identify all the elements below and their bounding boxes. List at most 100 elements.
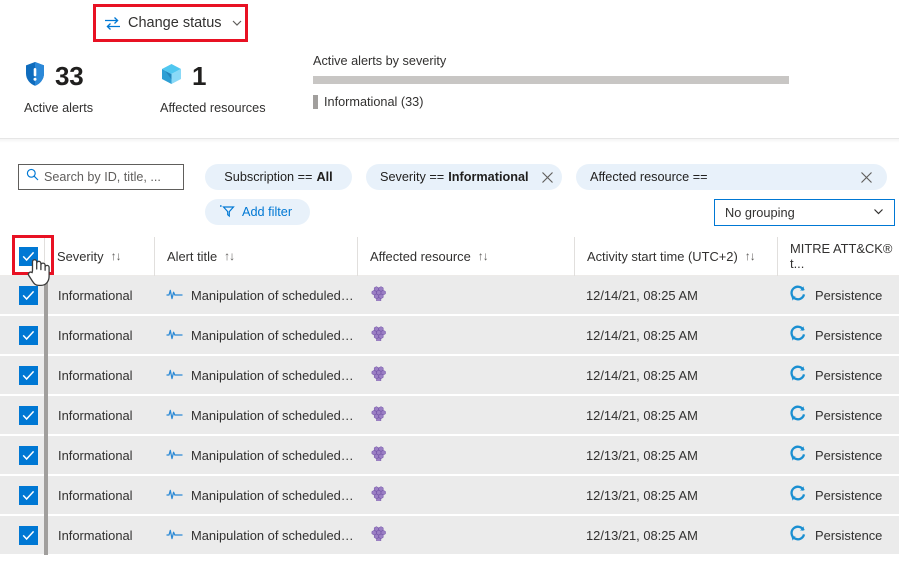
- cube-icon: [160, 62, 183, 91]
- filter-pill-severity[interactable]: Severity == Informational: [366, 164, 562, 190]
- cell-activity-start-time-text: 12/13/21, 08:25 AM: [586, 448, 698, 463]
- severity-bar-informational: [313, 76, 789, 84]
- cell-mitre-tactic-text: Persistence: [815, 448, 882, 463]
- cell-severity-text: Informational: [48, 528, 133, 543]
- cell-severity: Informational: [44, 395, 154, 435]
- change-status-label: Change status: [128, 15, 222, 31]
- cell-activity-start-time-text: 12/13/21, 08:25 AM: [586, 488, 698, 503]
- table-row[interactable]: Informational Manipulation of scheduled t…: [0, 436, 899, 476]
- cell-mitre-tactic-text: Persistence: [815, 528, 882, 543]
- cell-severity-text: Informational: [48, 488, 133, 503]
- close-icon[interactable]: [529, 171, 554, 184]
- row-checkbox-cell[interactable]: [0, 475, 44, 515]
- row-checkbox[interactable]: [19, 326, 38, 345]
- cell-affected-resource[interactable]: [357, 275, 574, 315]
- row-checkbox[interactable]: [19, 526, 38, 545]
- column-header-severity-label: Severity: [57, 249, 104, 264]
- sort-arrows-icon[interactable]: ↑↓: [111, 249, 121, 263]
- cell-activity-start-time: 12/14/21, 08:25 AM: [574, 315, 777, 355]
- column-header-alert-title[interactable]: Alert title ↑↓: [154, 237, 357, 276]
- cell-alert-title[interactable]: Manipulation of scheduled t...: [154, 395, 357, 435]
- cluster-icon: [369, 486, 386, 504]
- pulse-icon: [166, 367, 183, 384]
- select-all-checkbox[interactable]: [19, 247, 38, 266]
- cell-alert-title[interactable]: Manipulation of scheduled t...: [154, 275, 357, 315]
- cluster-icon: [369, 406, 386, 424]
- filter-pill-subscription[interactable]: Subscription == All: [205, 164, 352, 190]
- cell-affected-resource[interactable]: [357, 355, 574, 395]
- command-bar: Change status: [0, 0, 899, 46]
- pulse-icon: [166, 487, 183, 504]
- cell-alert-title-text: Manipulation of scheduled t...: [191, 528, 357, 543]
- row-checkbox[interactable]: [19, 366, 38, 385]
- table-row[interactable]: Informational Manipulation of scheduled t…: [0, 396, 899, 436]
- cell-mitre-tactic-text: Persistence: [815, 488, 882, 503]
- table-row[interactable]: Informational Manipulation of scheduled t…: [0, 516, 899, 556]
- row-checkbox[interactable]: [19, 286, 38, 305]
- alerts-page: Change status 33 Active alerts: [0, 0, 899, 561]
- sort-arrows-icon[interactable]: ↑↓: [745, 249, 755, 263]
- table-row[interactable]: Informational Manipulation of scheduled t…: [0, 476, 899, 516]
- search-input[interactable]: [44, 170, 174, 184]
- row-checkbox-cell[interactable]: [0, 435, 44, 475]
- grouping-value: No grouping: [725, 205, 795, 220]
- cell-severity: Informational: [44, 355, 154, 395]
- cell-affected-resource[interactable]: [357, 435, 574, 475]
- cell-alert-title[interactable]: Manipulation of scheduled t...: [154, 475, 357, 515]
- row-checkbox-cell[interactable]: [0, 515, 44, 555]
- column-header-severity[interactable]: Severity ↑↓: [44, 237, 154, 276]
- row-checkbox-cell[interactable]: [0, 275, 44, 315]
- sort-arrows-icon[interactable]: ↑↓: [478, 249, 488, 263]
- table-row[interactable]: Informational Manipulation of scheduled t…: [0, 316, 899, 356]
- cell-severity-text: Informational: [48, 328, 133, 343]
- column-header-activity-start-time-label: Activity start time (UTC+2): [587, 249, 738, 264]
- pulse-icon: [166, 407, 183, 424]
- filter-pill-affected-resource[interactable]: Affected resource ==: [576, 164, 887, 190]
- row-checkbox-cell[interactable]: [0, 315, 44, 355]
- row-checkbox[interactable]: [19, 446, 38, 465]
- cell-severity-text: Informational: [48, 288, 133, 303]
- severity-chart: Active alerts by severity Informational …: [313, 54, 793, 109]
- cell-alert-title[interactable]: Manipulation of scheduled t...: [154, 355, 357, 395]
- table-body: InformationalManipulation of scheduled t…: [0, 276, 899, 556]
- cell-activity-start-time: 12/14/21, 08:25 AM: [574, 355, 777, 395]
- cell-severity-text: Informational: [48, 448, 133, 463]
- cell-affected-resource[interactable]: [357, 395, 574, 435]
- column-header-affected-resource[interactable]: Affected resource ↑↓: [357, 237, 574, 276]
- row-checkbox-cell[interactable]: [0, 355, 44, 395]
- cell-affected-resource[interactable]: [357, 315, 574, 355]
- persistence-cycle-icon: [789, 525, 807, 545]
- cell-mitre-tactic: Persistence: [777, 315, 899, 355]
- cell-mitre-tactic-text: Persistence: [815, 328, 882, 343]
- grouping-dropdown[interactable]: No grouping: [714, 199, 895, 226]
- cell-affected-resource[interactable]: [357, 475, 574, 515]
- cell-alert-title[interactable]: Manipulation of scheduled t...: [154, 435, 357, 475]
- cell-severity: Informational: [44, 435, 154, 475]
- column-header-activity-start-time[interactable]: Activity start time (UTC+2) ↑↓: [574, 237, 777, 276]
- row-checkbox-cell[interactable]: [0, 395, 44, 435]
- cell-severity-text: Informational: [48, 408, 133, 423]
- chevron-down-icon: [872, 205, 885, 221]
- close-icon[interactable]: [848, 171, 873, 184]
- select-all-header-cell[interactable]: [0, 237, 44, 276]
- table-row[interactable]: Informational Manipulation of scheduled t…: [0, 276, 899, 316]
- cell-affected-resource[interactable]: [357, 515, 574, 555]
- cell-severity: Informational: [44, 275, 154, 315]
- persistence-cycle-icon: [789, 445, 807, 465]
- column-header-alert-title-label: Alert title: [167, 249, 217, 264]
- legend-swatch-informational: [313, 95, 318, 109]
- persistence-cycle-icon: [789, 285, 807, 305]
- column-header-mitre[interactable]: MITRE ATT&CK® t...: [777, 237, 899, 276]
- cell-activity-start-time-text: 12/14/21, 08:25 AM: [586, 328, 698, 343]
- add-filter-button[interactable]: Add filter: [205, 199, 310, 225]
- row-checkbox[interactable]: [19, 406, 38, 425]
- cell-alert-title[interactable]: Manipulation of scheduled t...: [154, 515, 357, 555]
- cell-alert-title[interactable]: Manipulation of scheduled t...: [154, 315, 357, 355]
- search-box[interactable]: [18, 164, 184, 190]
- change-status-button[interactable]: Change status: [104, 11, 243, 35]
- filter-pill-subscription-value: All: [316, 170, 332, 184]
- sort-arrows-icon[interactable]: ↑↓: [224, 249, 234, 263]
- legend-label-informational: Informational (33): [324, 95, 423, 109]
- row-checkbox[interactable]: [19, 486, 38, 505]
- table-row[interactable]: InformationalManipulation of scheduled t…: [0, 356, 899, 396]
